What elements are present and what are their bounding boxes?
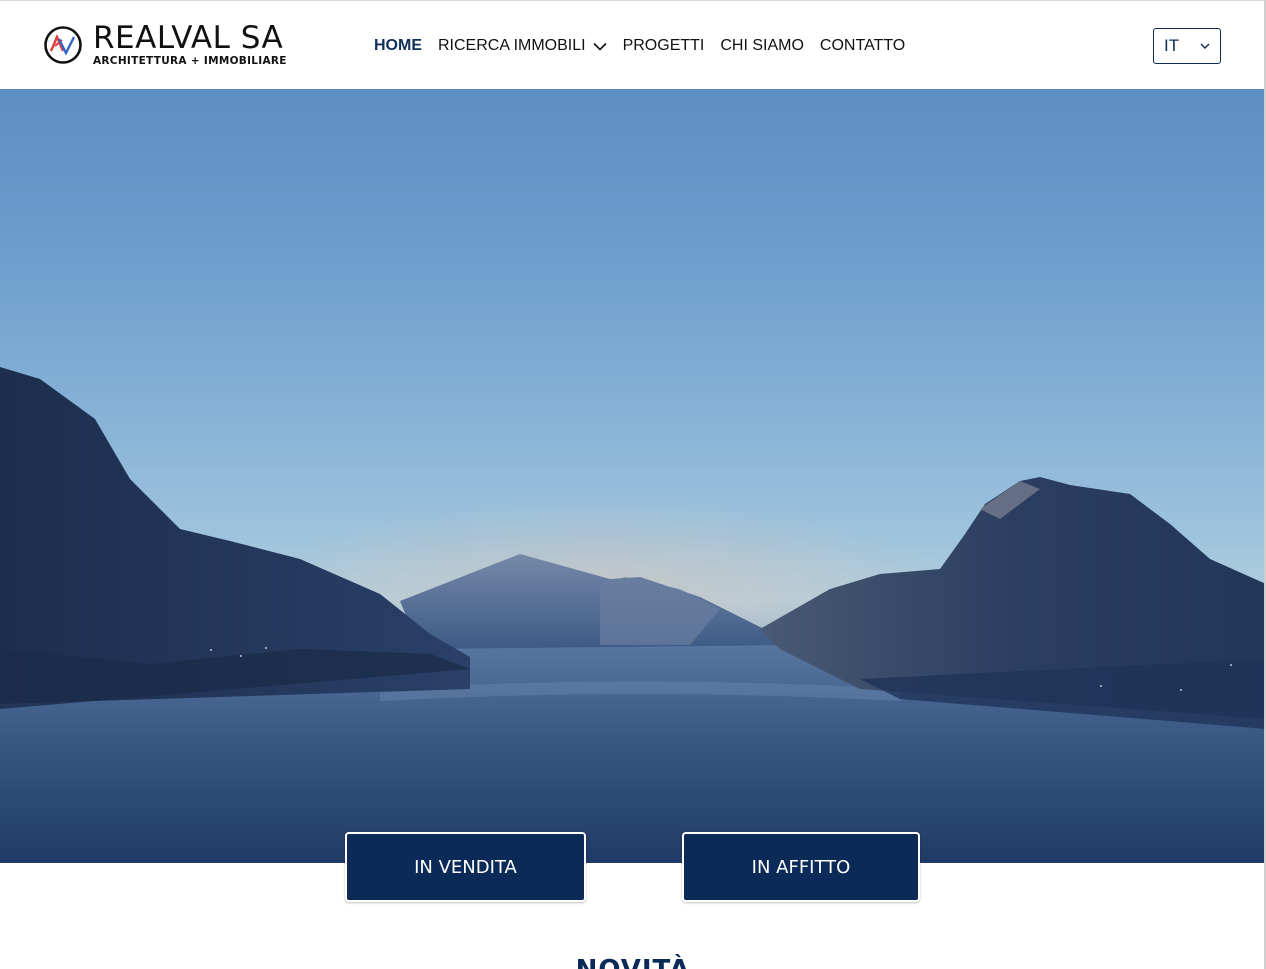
for-sale-button[interactable]: IN VENDITA	[345, 832, 586, 902]
language-select[interactable]: IT	[1153, 28, 1221, 64]
hero-image	[0, 89, 1266, 863]
brand-tagline: ARCHITETTURA + IMMOBILIARE	[93, 55, 287, 67]
for-rent-button[interactable]: IN AFFITTO	[682, 832, 920, 902]
nav-item-progetti[interactable]: PROGETTI	[623, 37, 705, 55]
for-sale-button-label: IN VENDITA	[414, 856, 517, 878]
nav-item-chi-siamo[interactable]: CHI SIAMO	[720, 37, 804, 55]
language-selected-value: IT	[1164, 36, 1180, 55]
chevron-down-icon	[1200, 43, 1210, 49]
site-header: REALVAL SA ARCHITETTURA + IMMOBILIARE HO…	[0, 0, 1266, 89]
nav-item-ricerca-immobili[interactable]: RICERCA IMMOBILI	[438, 37, 607, 55]
nav-item-label: CHI SIAMO	[720, 37, 804, 54]
brand-name: REALVAL SA	[93, 20, 284, 56]
nav-item-label: PROGETTI	[622, 37, 705, 54]
nav-item-contatto[interactable]: CONTATTO	[820, 37, 905, 55]
nav-item-home[interactable]: HOME	[374, 37, 422, 55]
news-section-title: NOVITÀ	[0, 955, 1266, 969]
nav-item-label: HOME	[374, 37, 422, 54]
lake-mountains-illustration	[0, 367, 1266, 863]
for-rent-button-label: IN AFFITTO	[751, 856, 851, 878]
main-navigation: HOME RICERCA IMMOBILI PROGETTI CHI SIAMO…	[374, 35, 921, 57]
nav-item-label: CONTATTO	[819, 37, 906, 54]
rv-monogram-icon	[44, 26, 82, 64]
chevron-down-icon	[593, 42, 607, 51]
nav-item-label: RICERCA IMMOBILI	[438, 37, 586, 54]
brand-logo[interactable]: REALVAL SA ARCHITETTURA + IMMOBILIARE	[43, 23, 287, 67]
